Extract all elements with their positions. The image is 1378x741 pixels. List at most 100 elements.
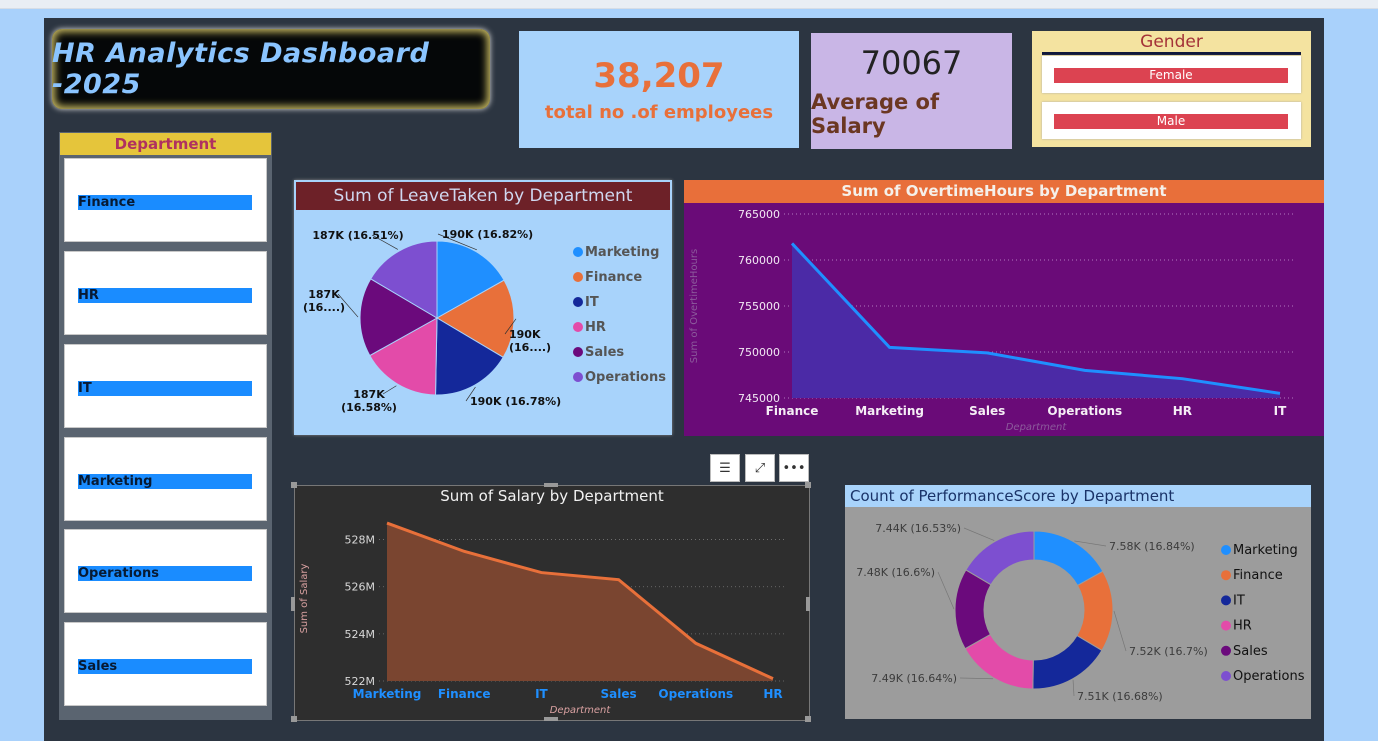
- x-tick-label-operations: Operations: [1047, 404, 1122, 418]
- department-item-label: Sales: [78, 659, 252, 674]
- donut-leader-line: [959, 677, 994, 680]
- legend-marker-hr: [1221, 620, 1231, 631]
- legend-label-operations: Operations: [1233, 669, 1305, 684]
- y-tick-label: 755000: [738, 300, 780, 313]
- legend-marker-finance: [1221, 570, 1231, 581]
- y-tick-label: 524M: [345, 628, 376, 641]
- legend-label-it: IT: [1233, 593, 1245, 608]
- kpi-average-salary: 70067 Average of Salary: [811, 33, 1012, 149]
- legend-marker-sales: [573, 347, 583, 357]
- department-item-label: Finance: [78, 195, 252, 210]
- legend-marker-sales: [1221, 645, 1231, 656]
- resize-handle[interactable]: [291, 597, 295, 611]
- pie-data-label: 190K (16.78%): [470, 395, 561, 408]
- x-tick-label-hr: HR: [763, 687, 782, 701]
- top-strip: [0, 0, 1378, 9]
- resize-handle[interactable]: [291, 716, 297, 722]
- x-tick-label-it: IT: [1274, 404, 1287, 418]
- pie-data-label: 190K (16....): [509, 328, 551, 354]
- department-item-marketing[interactable]: Marketing: [64, 437, 267, 521]
- gender-option-male[interactable]: Male: [1042, 102, 1301, 139]
- kpi-employees-label: total no .of employees: [544, 102, 774, 123]
- department-item-label: IT: [78, 381, 252, 396]
- x-tick-label-hr: HR: [1173, 404, 1192, 418]
- legend-label-sales: Sales: [585, 345, 624, 360]
- pie-leader-line: [382, 385, 397, 395]
- donut-data-label: 7.44K (16.53%): [875, 522, 961, 535]
- donut-leader-line: [1072, 679, 1075, 697]
- pie-data-label: 187K (16....): [303, 288, 345, 314]
- more-options-icon[interactable]: •••: [779, 454, 809, 482]
- gender-option-female[interactable]: Female: [1042, 56, 1301, 93]
- donut-leader-line: [1113, 610, 1127, 652]
- resize-handle[interactable]: [805, 482, 811, 488]
- overtime-area-chart-panel[interactable]: Sum of OvertimeHours by Department 76500…: [684, 180, 1324, 436]
- pie-data-label: 187K (16.58%): [341, 388, 397, 414]
- department-item-hr[interactable]: HR: [64, 251, 267, 335]
- gender-header-divider: [1042, 52, 1301, 55]
- legend-label-it: IT: [585, 295, 599, 310]
- y-axis-title: Sum of Salary: [299, 564, 310, 634]
- legend-label-finance: Finance: [1233, 568, 1283, 583]
- legend-marker-hr: [573, 322, 583, 332]
- legend-marker-marketing: [1221, 545, 1231, 555]
- x-tick-label-finance: Finance: [438, 687, 491, 701]
- kpi-employees-value: 38,207: [593, 56, 725, 96]
- donut-leader-line: [963, 527, 995, 541]
- legend-marker-marketing: [573, 247, 583, 257]
- x-axis-title: Department: [550, 705, 612, 716]
- kpi-salary-label: Average of Salary: [811, 90, 940, 138]
- donut-data-label: 7.48K (16.6%): [856, 566, 935, 579]
- department-item-sales[interactable]: Sales: [64, 622, 267, 706]
- filter-icon[interactable]: ☰: [710, 454, 740, 482]
- resize-handle[interactable]: [805, 716, 811, 722]
- x-tick-label-marketing: Marketing: [855, 404, 924, 418]
- x-tick-label-finance: Finance: [766, 404, 819, 418]
- donut-leader-line: [937, 571, 955, 610]
- performance-donut-panel[interactable]: Count of PerformanceScore by Department …: [845, 485, 1311, 719]
- resize-handle[interactable]: [806, 597, 810, 611]
- dashboard-title-card: HR Analytics Dashboard -2025: [52, 29, 490, 109]
- legend-label-marketing: Marketing: [585, 245, 659, 260]
- legend-label-marketing: Marketing: [1233, 543, 1298, 558]
- legend-label-hr: HR: [1233, 619, 1252, 634]
- resize-handle[interactable]: [291, 482, 297, 488]
- gender-option-label: Female: [1054, 68, 1288, 83]
- y-tick-label: 526M: [345, 581, 376, 594]
- performance-donut-chart: 7.58K (16.84%) 7.52K (16.7%) 7.51K (16.68%…: [856, 522, 1305, 703]
- donut-data-label: 7.49K (16.64%): [871, 672, 957, 685]
- gender-option-label: Male: [1054, 114, 1288, 129]
- gender-slicer: Gender Female Male: [1032, 31, 1311, 147]
- department-item-operations[interactable]: Operations: [64, 529, 267, 613]
- department-slicer-header: Department: [60, 133, 271, 155]
- department-slicer: Department Finance HR IT Marketing Opera…: [59, 132, 272, 720]
- resize-handle[interactable]: [544, 483, 558, 487]
- salary-area-chart-panel[interactable]: Sum of Salary by Department 528M 526M 524M 5…: [294, 485, 810, 721]
- gender-slicer-header: Gender: [1140, 32, 1203, 52]
- pie-data-label: 187K (16.51%): [312, 229, 403, 242]
- department-item-it[interactable]: IT: [64, 344, 267, 428]
- area-fill: [387, 523, 773, 681]
- y-axis-title: Sum of OvertimeHours: [689, 249, 700, 363]
- department-item-label: Marketing: [78, 474, 252, 489]
- y-tick-label: 528M: [345, 534, 376, 547]
- y-tick-label: 750000: [738, 346, 780, 359]
- legend-marker-it: [573, 297, 583, 307]
- legend-marker-operations: [1221, 671, 1231, 681]
- pie-data-label: 190K (16.82%): [442, 228, 533, 241]
- x-axis-title: Department: [1006, 422, 1068, 433]
- x-tick-label-operations: Operations: [658, 687, 733, 701]
- legend-marker-operations: [573, 372, 583, 382]
- legend-label-operations: Operations: [585, 370, 666, 385]
- department-item-finance[interactable]: Finance: [64, 158, 267, 242]
- overtime-area-chart: 765000760000755000750000745000Finance Mar…: [689, 208, 1294, 433]
- donut-data-label: 7.52K (16.7%): [1129, 645, 1208, 658]
- department-item-label: Operations: [78, 566, 252, 581]
- resize-handle[interactable]: [544, 717, 558, 721]
- leave-pie-chart: 190K (16.82%) 190K (16....) 190K (16.78%) 18…: [303, 228, 666, 414]
- leave-pie-chart-panel[interactable]: Sum of LeaveTaken by Department 190K (16…: [294, 180, 672, 435]
- y-tick-label: 765000: [738, 208, 780, 221]
- focus-mode-icon[interactable]: ⤢: [745, 454, 775, 482]
- x-tick-label-sales: Sales: [969, 404, 1005, 418]
- x-tick-label-it: IT: [535, 687, 548, 701]
